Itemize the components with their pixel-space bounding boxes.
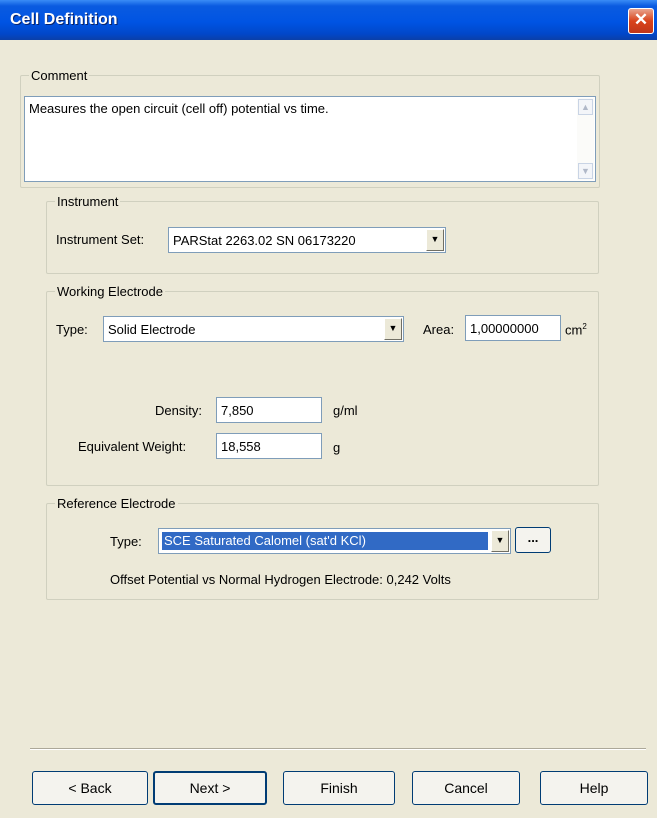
eq-weight-input[interactable]: 18,558 [216, 433, 322, 459]
density-input[interactable]: 7,850 [216, 397, 322, 423]
browse-button[interactable]: ... [515, 527, 551, 553]
back-button[interactable]: < Back [32, 771, 148, 805]
density-unit: g/ml [333, 403, 358, 418]
we-area-label: Area: [423, 322, 455, 337]
reference-electrode-legend: Reference Electrode [57, 496, 176, 511]
area-unit-sup: 2 [582, 322, 587, 331]
window-title: Cell Definition [10, 11, 118, 28]
we-type-label: Type: [56, 322, 88, 337]
we-area-value: 1,00000000 [470, 321, 539, 336]
help-button[interactable]: Help [540, 771, 648, 805]
we-area-unit: cm2 [565, 322, 587, 337]
comment-legend: Comment [31, 68, 88, 83]
density-label: Density: [155, 403, 202, 418]
eq-weight-label: Equivalent Weight: [78, 439, 187, 454]
chevron-down-icon[interactable]: ▼ [426, 229, 444, 251]
eq-weight-unit: g [333, 440, 341, 455]
re-type-value: SCE Saturated Calomel (sat'd KCl) [164, 533, 366, 548]
comment-textarea[interactable]: Measures the open circuit (cell off) pot… [24, 96, 596, 182]
we-area-input[interactable]: 1,00000000 [465, 315, 561, 341]
re-type-select[interactable]: SCE Saturated Calomel (sat'd KCl) ▼ [158, 528, 511, 554]
button-separator [30, 748, 646, 750]
instrument-set-select[interactable]: PARStat 2263.02 SN 06173220 ▼ [168, 227, 446, 253]
re-type-highlight: SCE Saturated Calomel (sat'd KCl) [161, 531, 489, 551]
close-icon[interactable]: ✕ [628, 8, 654, 34]
scroll-up-icon[interactable]: ▲ [578, 99, 593, 115]
re-type-label: Type: [110, 534, 142, 549]
we-type-select[interactable]: Solid Electrode ▼ [103, 316, 404, 342]
comment-text: Measures the open circuit (cell off) pot… [29, 101, 329, 116]
next-button[interactable]: Next > [153, 771, 267, 805]
instrument-set-value: PARStat 2263.02 SN 06173220 [173, 233, 356, 248]
comment-scrollbar[interactable]: ▲ ▼ [577, 98, 594, 180]
instrument-legend: Instrument [57, 194, 119, 209]
we-type-value: Solid Electrode [108, 322, 196, 337]
working-electrode-legend: Working Electrode [57, 284, 163, 299]
scroll-down-icon[interactable]: ▼ [578, 163, 593, 179]
chevron-down-icon[interactable]: ▼ [384, 318, 402, 340]
finish-button[interactable]: Finish [283, 771, 395, 805]
offset-potential-text: Offset Potential vs Normal Hydrogen Elec… [110, 572, 451, 587]
cancel-button[interactable]: Cancel [412, 771, 520, 805]
instrument-set-label: Instrument Set: [56, 232, 145, 247]
density-value: 7,850 [221, 403, 254, 418]
area-unit-text: cm [565, 322, 583, 338]
eq-weight-value: 18,558 [221, 439, 261, 454]
title-bar: Cell Definition ✕ [0, 0, 657, 40]
chevron-down-icon[interactable]: ▼ [491, 530, 509, 552]
